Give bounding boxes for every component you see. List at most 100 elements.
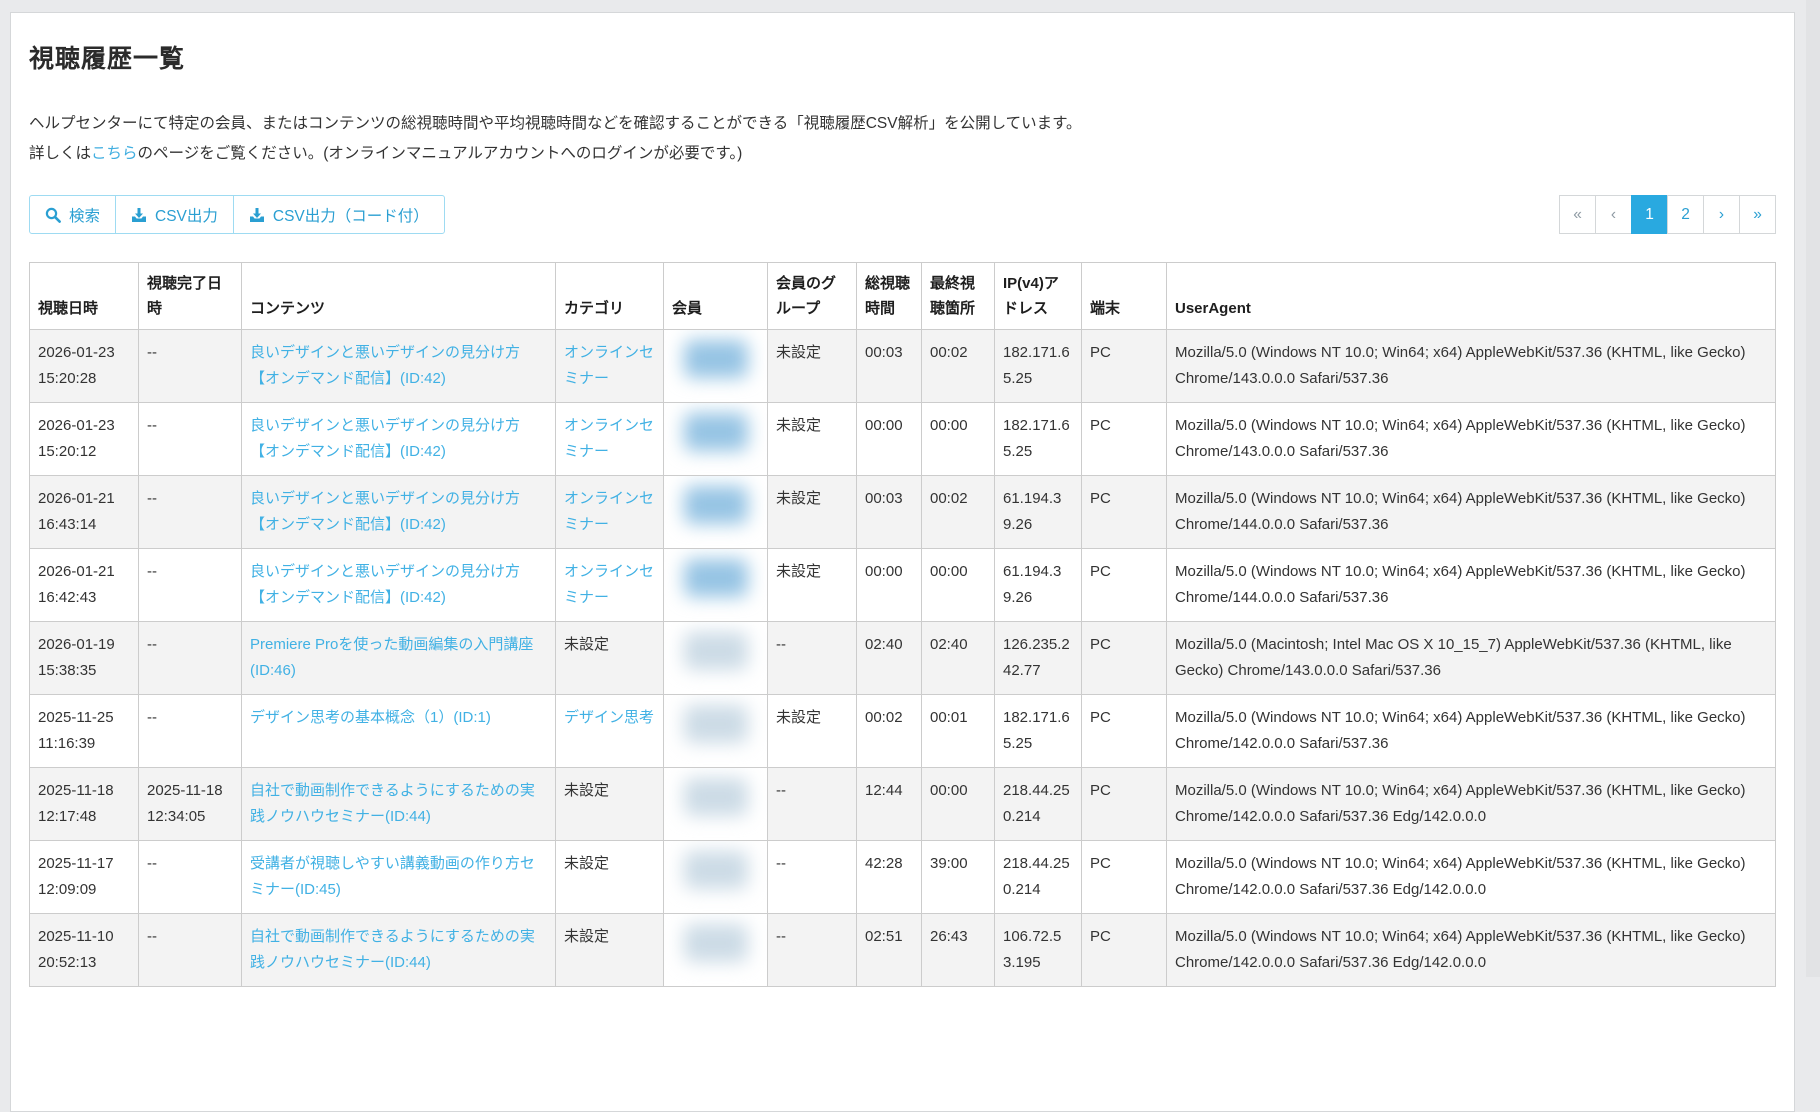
watched-at-cell: 2025-11-25 11:16:39 xyxy=(30,695,139,768)
category-cell: 未設定 xyxy=(556,768,664,841)
page-title: 視聴履歴一覧 xyxy=(29,39,1776,75)
content-link[interactable]: デザイン思考の基本概念（1）(ID:1) xyxy=(250,709,491,726)
column-header-8: 最終視聴箇所 xyxy=(922,263,995,330)
category-link[interactable]: オンラインセミナー xyxy=(564,344,654,387)
member-cell xyxy=(664,841,768,914)
completed-at-cell: -- xyxy=(139,330,242,403)
completed-at-cell: -- xyxy=(139,476,242,549)
category-cell: 未設定 xyxy=(556,841,664,914)
last-position-cell: 00:01 xyxy=(922,695,995,768)
device-cell: PC xyxy=(1082,403,1167,476)
table-row: 2026-01-21 16:43:14--良いデザインと悪いデザインの見分け方【… xyxy=(30,476,1776,549)
watched-at-cell: 2026-01-21 16:42:43 xyxy=(30,549,139,622)
completed-at-cell: 2025-11-18 12:34:05 xyxy=(139,768,242,841)
description: ヘルプセンターにて特定の会員、またはコンテンツの総視聴時間や平均視聴時間などを確… xyxy=(29,109,1776,169)
member-cell xyxy=(664,622,768,695)
device-cell: PC xyxy=(1082,914,1167,987)
pagination-page-1[interactable]: 1 xyxy=(1631,195,1668,234)
content-cell: デザイン思考の基本概念（1）(ID:1) xyxy=(242,695,556,768)
description-line1: ヘルプセンターにて特定の会員、またはコンテンツの総視聴時間や平均視聴時間などを確… xyxy=(29,115,1082,132)
useragent-cell: Mozilla/5.0 (Windows NT 10.0; Win64; x64… xyxy=(1167,914,1776,987)
category-link[interactable]: オンラインセミナー xyxy=(564,490,654,533)
content-link[interactable]: 良いデザインと悪いデザインの見分け方【オンデマンド配信】(ID:42) xyxy=(250,417,520,460)
last-position-cell: 00:00 xyxy=(922,768,995,841)
last-position-cell: 00:00 xyxy=(922,403,995,476)
device-cell: PC xyxy=(1082,330,1167,403)
content-link[interactable]: 自社で動画制作できるようにするための実践ノウハウセミナー(ID:44) xyxy=(250,928,535,971)
useragent-cell: Mozilla/5.0 (Windows NT 10.0; Win64; x64… xyxy=(1167,403,1776,476)
download-icon xyxy=(131,207,147,223)
category-link[interactable]: デザイン思考 xyxy=(564,709,654,726)
pagination-next[interactable]: › xyxy=(1703,195,1740,234)
column-header-1: 視聴日時 xyxy=(30,263,139,330)
pagination-page-2[interactable]: 2 xyxy=(1667,195,1704,234)
description-line2-before: 詳しくは xyxy=(29,145,91,162)
csv-export-coded-button-label: CSV出力（コード付） xyxy=(273,204,429,226)
device-cell: PC xyxy=(1082,476,1167,549)
member-name-blurred xyxy=(684,705,748,743)
useragent-cell: Mozilla/5.0 (Windows NT 10.0; Win64; x64… xyxy=(1167,549,1776,622)
member-cell xyxy=(664,330,768,403)
csv-export-button-label: CSV出力 xyxy=(155,204,218,226)
content-cell: 良いデザインと悪いデザインの見分け方【オンデマンド配信】(ID:42) xyxy=(242,403,556,476)
watched-at-cell: 2026-01-19 15:38:35 xyxy=(30,622,139,695)
content-link[interactable]: 良いデザインと悪いデザインの見分け方【オンデマンド配信】(ID:42) xyxy=(250,344,520,387)
table-row: 2025-11-17 12:09:09--受講者が視聴しやすい講義動画の作り方セ… xyxy=(30,841,1776,914)
category-link[interactable]: オンラインセミナー xyxy=(564,563,654,606)
member-name-blurred xyxy=(684,559,748,597)
column-header-7: 総視聴時間 xyxy=(857,263,922,330)
member-cell xyxy=(664,403,768,476)
member-group-cell: 未設定 xyxy=(768,330,857,403)
watched-at-cell: 2025-11-18 12:17:48 xyxy=(30,768,139,841)
pagination-first[interactable]: « xyxy=(1559,195,1596,234)
pagination-prev[interactable]: ‹ xyxy=(1595,195,1632,234)
ip-cell: 182.171.65.25 xyxy=(995,403,1082,476)
category-cell: オンラインセミナー xyxy=(556,403,664,476)
member-cell xyxy=(664,914,768,987)
last-position-cell: 02:40 xyxy=(922,622,995,695)
content-link[interactable]: 受講者が視聴しやすい講義動画の作り方セミナー(ID:45) xyxy=(250,855,535,898)
category-link[interactable]: オンラインセミナー xyxy=(564,417,654,460)
total-time-cell: 02:40 xyxy=(857,622,922,695)
pagination-last[interactable]: » xyxy=(1739,195,1776,234)
search-button-label: 検索 xyxy=(69,204,100,226)
content-link[interactable]: 良いデザインと悪いデザインの見分け方【オンデマンド配信】(ID:42) xyxy=(250,563,520,606)
completed-at-cell: -- xyxy=(139,622,242,695)
category-cell: オンラインセミナー xyxy=(556,330,664,403)
search-button[interactable]: 検索 xyxy=(29,195,116,234)
column-header-2: 視聴完了日時 xyxy=(139,263,242,330)
ip-cell: 61.194.39.26 xyxy=(995,476,1082,549)
member-group-cell: -- xyxy=(768,841,857,914)
content-link[interactable]: Premiere Proを使った動画編集の入門講座(ID:46) xyxy=(250,636,533,679)
table-row: 2026-01-21 16:42:43--良いデザインと悪いデザインの見分け方【… xyxy=(30,549,1776,622)
device-cell: PC xyxy=(1082,841,1167,914)
csv-export-coded-button[interactable]: CSV出力（コード付） xyxy=(233,195,445,234)
column-header-4: カテゴリ xyxy=(556,263,664,330)
content-link[interactable]: 自社で動画制作できるようにするための実践ノウハウセミナー(ID:44) xyxy=(250,782,535,825)
device-cell: PC xyxy=(1082,768,1167,841)
content-cell: 自社で動画制作できるようにするための実践ノウハウセミナー(ID:44) xyxy=(242,768,556,841)
content-link[interactable]: 良いデザインと悪いデザインの見分け方【オンデマンド配信】(ID:42) xyxy=(250,490,520,533)
device-cell: PC xyxy=(1082,622,1167,695)
download-icon xyxy=(249,207,265,223)
csv-export-button[interactable]: CSV出力 xyxy=(115,195,234,234)
member-name-blurred xyxy=(684,413,748,451)
member-group-cell: 未設定 xyxy=(768,476,857,549)
vertical-scrollbar[interactable] xyxy=(1806,0,1820,977)
category-cell: デザイン思考 xyxy=(556,695,664,768)
member-cell xyxy=(664,476,768,549)
pagination: « ‹ 1 2 › » xyxy=(1560,195,1776,234)
category-cell: オンラインセミナー xyxy=(556,476,664,549)
member-group-cell: -- xyxy=(768,768,857,841)
completed-at-cell: -- xyxy=(139,549,242,622)
member-group-cell: 未設定 xyxy=(768,403,857,476)
member-group-cell: 未設定 xyxy=(768,549,857,622)
member-name-blurred xyxy=(684,340,748,378)
member-name-blurred xyxy=(684,486,748,524)
member-group-cell: 未設定 xyxy=(768,695,857,768)
table-header-row: 視聴日時視聴完了日時コンテンツカテゴリ会員会員のグループ総視聴時間最終視聴箇所I… xyxy=(30,263,1776,330)
member-name-blurred xyxy=(684,632,748,670)
total-time-cell: 00:00 xyxy=(857,549,922,622)
useragent-cell: Mozilla/5.0 (Windows NT 10.0; Win64; x64… xyxy=(1167,330,1776,403)
kochira-link[interactable]: こちら xyxy=(91,145,138,162)
